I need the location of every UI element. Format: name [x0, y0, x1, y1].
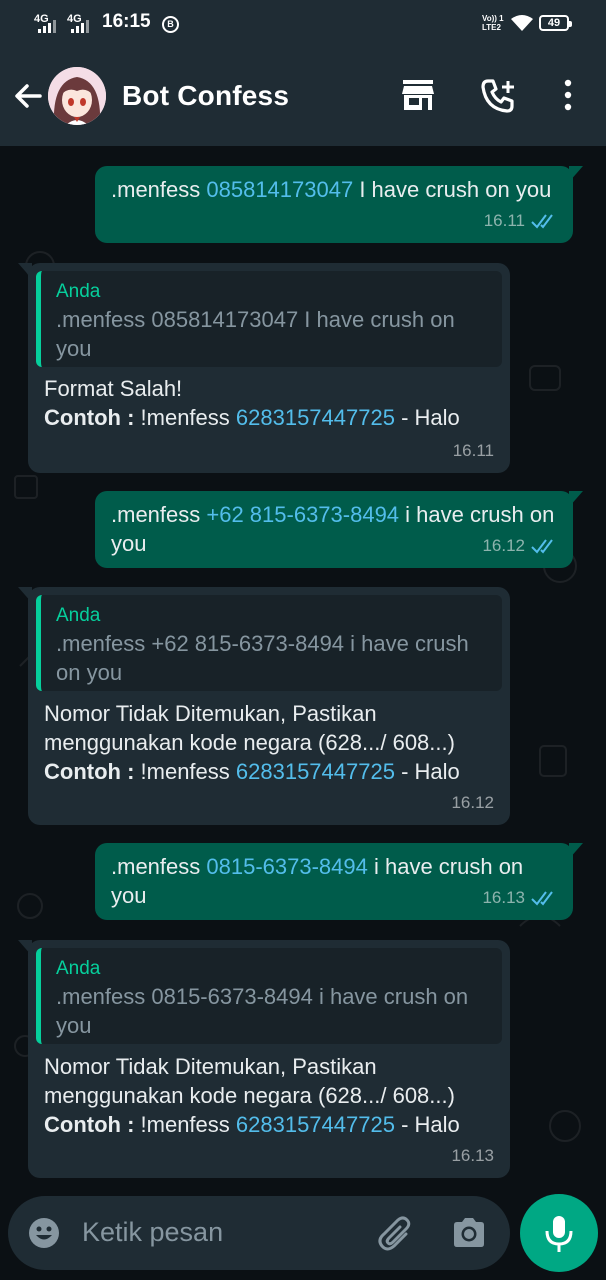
message-prefix: .menfess [111, 502, 207, 527]
quote-text: .menfess 0815-6373-8494 i have crush on … [56, 984, 469, 1038]
message-prefix: .menfess [111, 854, 207, 879]
quote-author: Anda [56, 281, 101, 302]
reply-line: Nomor Tidak Ditemukan, Pastikan mengguna… [44, 701, 455, 755]
quoted-message[interactable]: Anda .menfess +62 815-6373-8494 i have c… [36, 595, 502, 691]
double-check-icon [531, 213, 553, 229]
reply-example: Contoh : !menfess 6283157447725 - Halo [44, 403, 496, 432]
message-list[interactable]: .menfess 085814173047 I have crush on yo… [0, 146, 606, 1192]
example-prefix: !menfess [134, 405, 236, 430]
reply-text: Format Salah! Contoh : !menfess 62831574… [44, 374, 496, 432]
message-meta: 16.12 [451, 788, 494, 817]
wifi-icon [511, 15, 533, 31]
double-check-icon [531, 538, 553, 554]
message-bubble-outgoing[interactable]: .menfess +62 815-6373-8494 i have crush … [95, 491, 583, 568]
message-bubble-outgoing[interactable]: .menfess 0815-6373-8494 i have crush on … [95, 843, 583, 920]
reply-example: Contoh : !menfess 6283157447725 - Halo [44, 757, 496, 786]
paperclip-icon[interactable] [376, 1214, 416, 1254]
phone-number-link[interactable]: 6283157447725 [236, 759, 395, 784]
message-time: 16.13 [482, 888, 525, 907]
message-meta: 16.13 [482, 883, 557, 912]
volte-label: Vo)) 1 [482, 14, 504, 23]
emoji-icon[interactable] [27, 1216, 61, 1250]
mic-button[interactable] [520, 1194, 598, 1272]
more-vertical-icon[interactable] [562, 78, 574, 112]
battery-level: 49 [547, 17, 561, 29]
message-input-bar[interactable]: Ketik pesan [8, 1196, 510, 1270]
chat-title[interactable]: Bot Confess [122, 80, 289, 112]
double-check-icon [531, 890, 553, 906]
message-bubble-incoming[interactable]: Anda .menfess +62 815-6373-8494 i have c… [18, 587, 510, 825]
avatar-image [48, 67, 106, 125]
reply-text: Nomor Tidak Ditemukan, Pastikan mengguna… [44, 1052, 496, 1139]
phone-number-link[interactable]: +62 815-6373-8494 [206, 502, 399, 527]
battery-icon: 49 [539, 15, 572, 31]
message-input[interactable]: Ketik pesan [82, 1217, 223, 1248]
status-bar: 4G 4G 16:15 B Vo)) 1 LTE2 49 [0, 0, 606, 48]
message-meta: 16.13 [451, 1141, 494, 1170]
arrow-left-icon[interactable] [12, 80, 44, 112]
message-bubble-incoming[interactable]: Anda .menfess 0815-6373-8494 i have crus… [18, 940, 510, 1178]
phone-number-link[interactable]: 0815-6373-8494 [206, 854, 367, 879]
example-prefix: !menfess [134, 759, 236, 784]
reply-line: Format Salah! [44, 376, 183, 401]
reply-line: Nomor Tidak Ditemukan, Pastikan mengguna… [44, 1054, 455, 1108]
example-label: Contoh : [44, 405, 135, 430]
message-time: 16.11 [452, 441, 494, 460]
example-suffix: - Halo [394, 1112, 460, 1137]
message-bubble-incoming[interactable]: Anda .menfess 085814173047 I have crush … [18, 263, 510, 473]
phone-number-link[interactable]: 6283157447725 [236, 1112, 395, 1137]
reply-text: Nomor Tidak Ditemukan, Pastikan mengguna… [44, 699, 496, 786]
message-time: 16.13 [451, 1146, 494, 1165]
signal-icon [38, 20, 56, 33]
quoted-message[interactable]: Anda .menfess 085814173047 I have crush … [36, 271, 502, 367]
message-prefix: .menfess [111, 177, 207, 202]
add-call-icon[interactable] [480, 78, 516, 114]
signal-icon [71, 20, 89, 33]
message-suffix: I have crush on you [353, 177, 552, 202]
volte-indicator: Vo)) 1 LTE2 [482, 14, 504, 32]
example-suffix: - Halo [394, 759, 460, 784]
message-meta: 16.12 [482, 531, 557, 560]
notification-icon: B [162, 16, 179, 33]
message-meta: 16.11 [484, 206, 557, 235]
quote-author: Anda [56, 605, 101, 626]
store-icon[interactable] [400, 78, 436, 112]
status-time: 16:15 [102, 11, 151, 32]
phone-number-link[interactable]: 085814173047 [206, 177, 353, 202]
message-text: .menfess 085814173047 I have crush on yo… [111, 175, 557, 204]
reply-example: Contoh : !menfess 6283157447725 - Halo [44, 1110, 496, 1139]
message-time: 16.12 [482, 536, 525, 555]
chat-header: Bot Confess [0, 48, 606, 146]
camera-icon[interactable] [451, 1216, 487, 1250]
message-time: 16.11 [483, 211, 525, 230]
example-prefix: !menfess [134, 1112, 236, 1137]
mic-icon [545, 1216, 573, 1252]
quote-text: .menfess +62 815-6373-8494 i have crush … [56, 631, 469, 685]
message-time: 16.12 [451, 793, 494, 812]
volte-lte-label: LTE2 [482, 23, 501, 32]
quote-author: Anda [56, 958, 101, 979]
example-suffix: - Halo [394, 405, 460, 430]
phone-number-link[interactable]: 6283157447725 [236, 405, 395, 430]
message-bubble-outgoing[interactable]: .menfess 085814173047 I have crush on yo… [95, 166, 583, 243]
quote-text: .menfess 085814173047 I have crush on yo… [56, 307, 455, 361]
quoted-message[interactable]: Anda .menfess 0815-6373-8494 i have crus… [36, 948, 502, 1044]
message-meta: 16.11 [453, 436, 494, 465]
example-label: Contoh : [44, 759, 135, 784]
avatar[interactable] [48, 67, 106, 125]
example-label: Contoh : [44, 1112, 135, 1137]
